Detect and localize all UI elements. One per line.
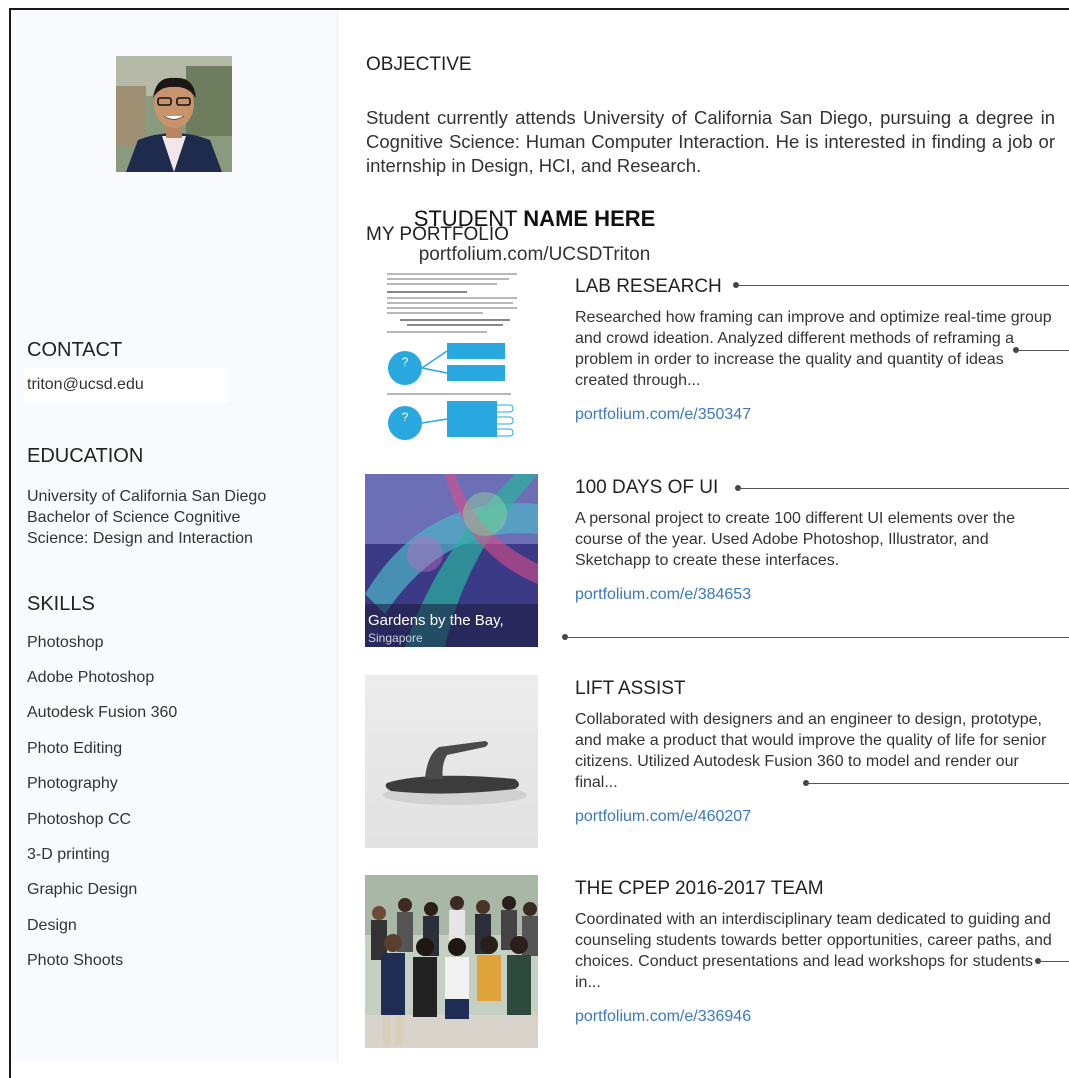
- item-title-lift-assist: LIFT ASSIST: [575, 678, 686, 699]
- thumbnail-lab-research[interactable]: ? ?: [365, 273, 538, 446]
- objective-text: Student currently attends University of …: [366, 107, 1055, 176]
- skill-item: Design: [27, 917, 77, 934]
- item-link-lift-assist[interactable]: portfolium.com/e/460207: [575, 808, 751, 826]
- skill-item: 3-D printing: [27, 846, 110, 863]
- objective-title: OBJECTIVE: [366, 54, 472, 75]
- education-school: University of California San Diego: [27, 488, 267, 505]
- connector-line: [1038, 961, 1069, 962]
- item-description-100-days-of-ui: A personal project to create 100 differe…: [575, 510, 1015, 569]
- connector-line: [1016, 350, 1069, 351]
- item-title-cpep-team: THE CPEP 2016-2017 TEAM: [575, 878, 824, 899]
- name-bold: NAME HERE: [523, 206, 656, 231]
- svg-text:?: ?: [402, 410, 409, 424]
- thumbnail-100-days-of-ui[interactable]: Gardens by the Bay, Singapore: [365, 474, 538, 647]
- education-degree-line2: Science: Design and Interaction: [27, 530, 253, 547]
- connector-line: [736, 285, 1069, 286]
- item-link-cpep-team[interactable]: portfolium.com/e/336946: [575, 1008, 751, 1026]
- thumbnail-lift-assist[interactable]: [365, 675, 538, 848]
- connector-line: [565, 637, 1069, 638]
- education-degree-line1: Bachelor of Science Cognitive: [27, 509, 241, 526]
- image-subcaption: Singapore: [368, 631, 423, 645]
- skill-item: Photo Shoots: [27, 952, 124, 969]
- svg-text:?: ?: [402, 355, 409, 369]
- profile-url[interactable]: portfolium.com/UCSDTriton: [0, 244, 1069, 266]
- connector-line: [806, 783, 1069, 784]
- avatar: [116, 56, 232, 172]
- thumbnail-cpep-team[interactable]: [365, 875, 538, 1048]
- skill-item: Autodesk Fusion 360: [27, 704, 178, 721]
- skill-item: Adobe Photoshop: [27, 669, 155, 686]
- skill-item: Photoshop CC: [27, 811, 132, 828]
- connector-line: [738, 488, 1069, 489]
- education-text: University of California San Diego Bache…: [27, 486, 307, 549]
- item-description-lab-research: Researched how framing can improve and o…: [575, 309, 1052, 389]
- item-title-lab-research: LAB RESEARCH: [575, 276, 722, 297]
- item-link-100-days-of-ui[interactable]: portfolium.com/e/384653: [575, 586, 751, 604]
- portfolio-title: MY PORTFOLIO: [366, 224, 509, 245]
- item-link-lab-research[interactable]: portfolium.com/e/350347: [575, 406, 751, 424]
- student-name: STUDENT NAME HERE: [0, 206, 1069, 232]
- item-description-cpep-team: Coordinated with an interdisciplinary te…: [575, 911, 1052, 991]
- item-description-lift-assist: Collaborated with designers and an engin…: [575, 711, 1047, 791]
- item-title-100-days-of-ui: 100 DAYS OF UI: [575, 477, 719, 498]
- skill-item: Graphic Design: [27, 881, 138, 898]
- image-caption: Gardens by the Bay,: [368, 612, 504, 629]
- skills-title: SKILLS: [27, 593, 95, 615]
- education-title: EDUCATION: [27, 445, 144, 467]
- skill-item: Photography: [27, 775, 118, 792]
- contact-email[interactable]: triton@ucsd.edu: [24, 368, 227, 402]
- skill-item: Photo Editing: [27, 740, 123, 757]
- skill-item: Photoshop: [27, 634, 104, 651]
- contact-title: CONTACT: [27, 339, 123, 361]
